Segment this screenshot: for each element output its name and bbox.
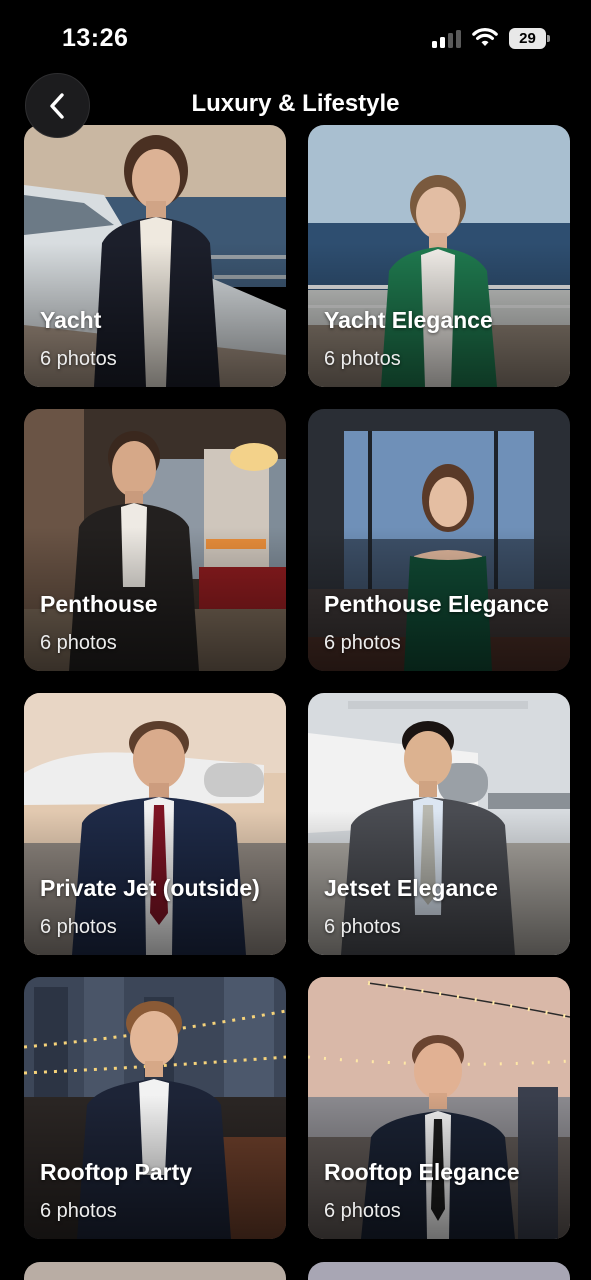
card-title: Yacht bbox=[40, 307, 102, 333]
chevron-left-icon bbox=[49, 92, 64, 119]
status-time: 13:26 bbox=[62, 24, 129, 52]
card-photo-count: 6 photos bbox=[324, 1200, 401, 1222]
card-photo-count: 6 photos bbox=[40, 1200, 117, 1222]
card-title: Yacht Elegance bbox=[324, 307, 493, 333]
card-photo-count: 6 photos bbox=[40, 632, 117, 654]
battery-indicator: 29 bbox=[509, 28, 551, 49]
card-title: Jetset Elegance bbox=[324, 875, 498, 901]
style-card-partial[interactable] bbox=[24, 1262, 286, 1280]
card-photo-count: 6 photos bbox=[40, 348, 117, 370]
battery-level: 29 bbox=[509, 28, 546, 49]
wifi-icon bbox=[472, 28, 498, 46]
card-title: Penthouse Elegance bbox=[324, 591, 549, 617]
style-card-rooftop-elegance[interactable]: Rooftop Elegance 6 photos bbox=[308, 977, 570, 1239]
style-card-penthouse-elegance[interactable]: Penthouse Elegance 6 photos bbox=[308, 409, 570, 671]
card-photo-count: 6 photos bbox=[40, 916, 117, 938]
battery-tip bbox=[547, 35, 550, 42]
style-card-partial[interactable] bbox=[308, 1262, 570, 1280]
style-card-yacht[interactable]: Yacht 6 photos bbox=[24, 125, 286, 387]
card-photo-count: 6 photos bbox=[324, 632, 401, 654]
style-card-yacht-elegance[interactable]: Yacht Elegance 6 photos bbox=[308, 125, 570, 387]
card-title: Rooftop Elegance bbox=[324, 1159, 520, 1185]
style-card-jetset-elegance[interactable]: Jetset Elegance 6 photos bbox=[308, 693, 570, 955]
style-card-penthouse[interactable]: Penthouse 6 photos bbox=[24, 409, 286, 671]
style-card-private-jet-outside[interactable]: Private Jet (outside) 6 photos bbox=[24, 693, 286, 955]
status-bar: 13:26 29 bbox=[0, 0, 591, 80]
style-card-rooftop-party[interactable]: Rooftop Party 6 photos bbox=[24, 977, 286, 1239]
cellular-signal-icon bbox=[432, 30, 462, 48]
card-title: Penthouse bbox=[40, 591, 158, 617]
back-button[interactable] bbox=[25, 73, 90, 138]
card-title: Rooftop Party bbox=[40, 1159, 193, 1185]
card-photo-count: 6 photos bbox=[324, 348, 401, 370]
card-title: Private Jet (outside) bbox=[40, 875, 260, 901]
card-photo-count: 6 photos bbox=[324, 916, 401, 938]
